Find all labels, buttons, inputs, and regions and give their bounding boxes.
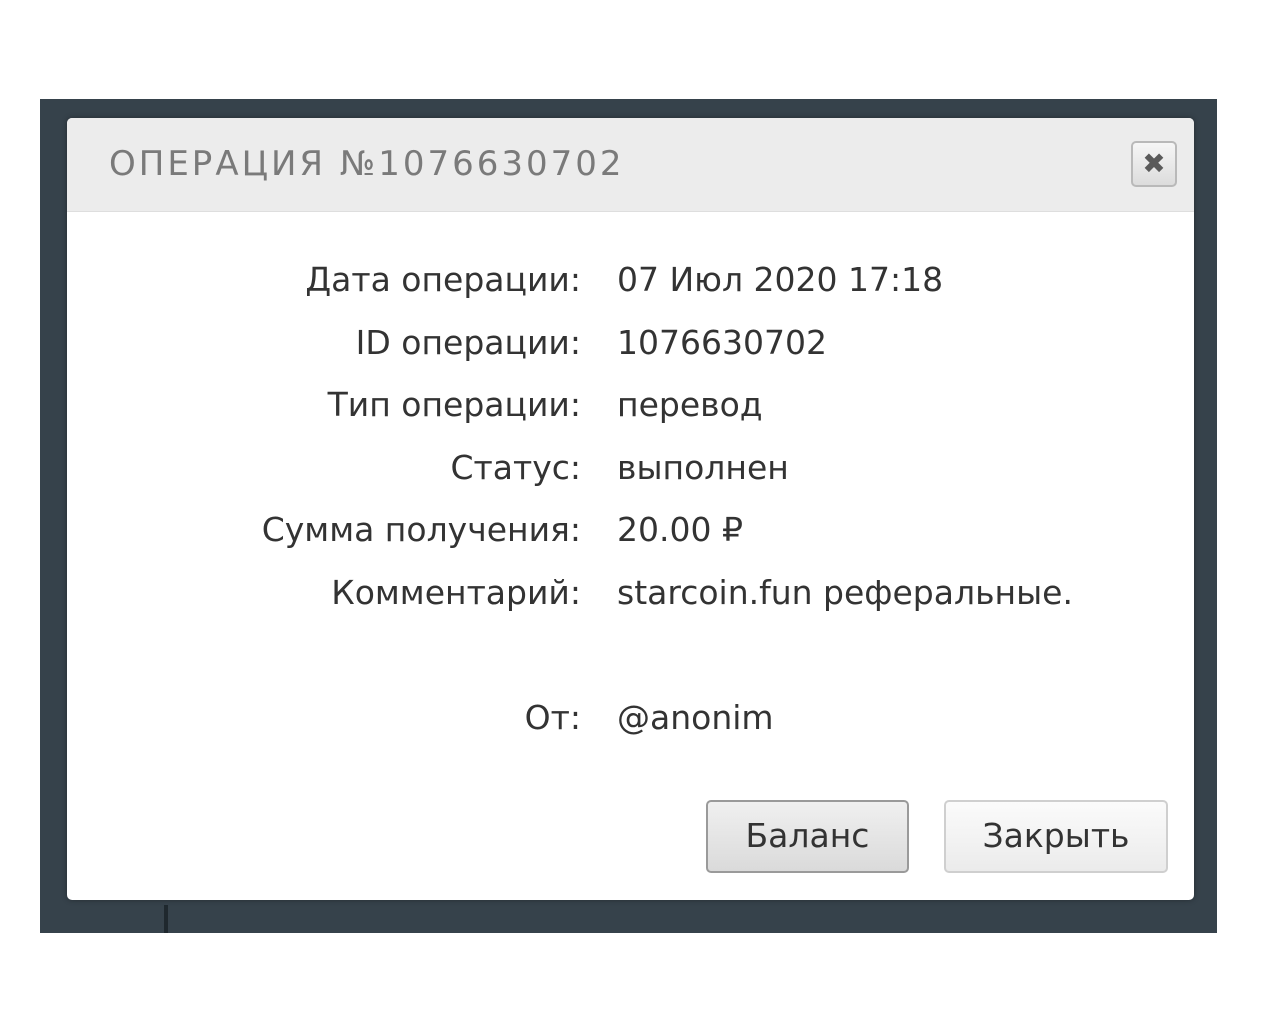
detail-value-date: 07 Июл 2020 17:18 (617, 260, 944, 299)
detail-label-id: ID операции: (355, 323, 581, 362)
detail-value-status: выполнен (617, 448, 789, 487)
detail-value-id: 1076630702 (617, 323, 827, 362)
detail-label-amount: Сумма получения: (261, 510, 581, 549)
detail-value-sender: @anonim (617, 698, 774, 737)
detail-label-status: Статус: (450, 448, 581, 487)
close-button[interactable]: Закрыть (944, 800, 1168, 873)
detail-row-date: Дата операции: 07 Июл 2020 17:18 (67, 260, 1194, 310)
detail-label-date: Дата операции: (305, 260, 581, 299)
backdrop-divider (164, 905, 168, 933)
detail-row-id: ID операции: 1076630702 (67, 323, 1194, 373)
detail-value-type: перевод (617, 385, 763, 424)
detail-row-type: Тип операции: перевод (67, 385, 1194, 435)
close-icon[interactable]: ✖ (1131, 141, 1177, 187)
detail-value-amount: 20.00 ₽ (617, 510, 743, 549)
detail-value-comment: starcoin.fun реферальные. (617, 573, 1073, 612)
balance-button[interactable]: Баланс (706, 800, 909, 873)
dialog-title: ОПЕРАЦИЯ №1076630702 (109, 144, 625, 184)
detail-label-comment: Комментарий: (331, 573, 581, 612)
operation-dialog: ОПЕРАЦИЯ №1076630702 ✖ Дата операции: 07… (67, 118, 1194, 900)
dialog-header: ОПЕРАЦИЯ №1076630702 ✖ (67, 118, 1194, 212)
detail-row-amount: Сумма получения: 20.00 ₽ (67, 510, 1194, 560)
detail-row-sender: От: @anonim (67, 698, 1194, 748)
detail-label-type: Тип операции: (327, 385, 581, 424)
detail-row-status: Статус: выполнен (67, 448, 1194, 498)
detail-label-sender: От: (524, 698, 581, 737)
detail-row-comment: Комментарий: starcoin.fun реферальные. (67, 573, 1194, 623)
